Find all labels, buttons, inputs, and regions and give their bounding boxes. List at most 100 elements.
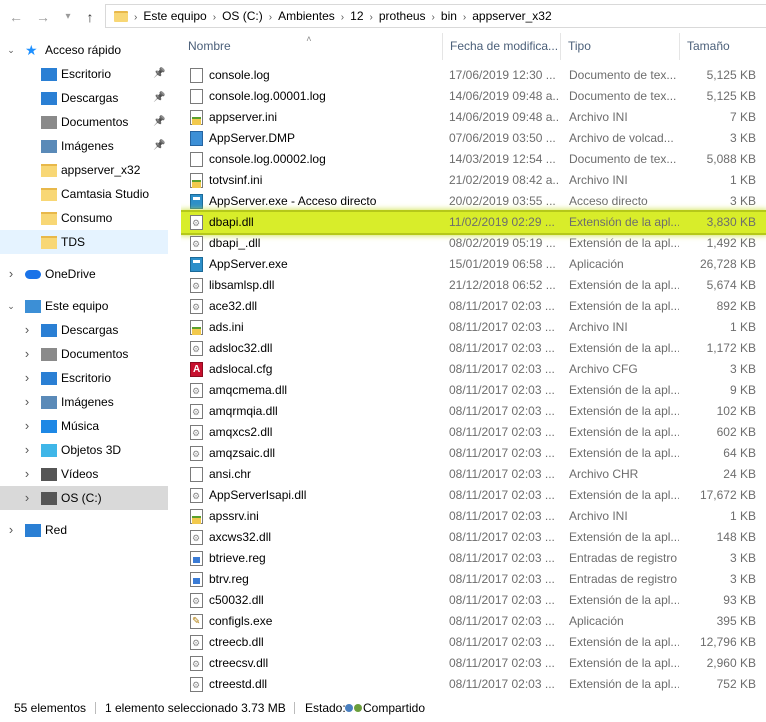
file-row[interactable]: AppServer.exe - Acceso directo 20/02/2019… [181,191,766,212]
chevron-right-icon[interactable]: › [22,342,32,366]
breadcrumb-separator-icon[interactable]: › [134,12,137,23]
chevron-down-icon[interactable]: ⌄ [6,38,16,62]
nav-item[interactable]: Escritorio 📌 [0,62,168,86]
nav-item[interactable]: › Documentos [0,342,168,366]
file-date: 08/11/2017 02:03 ... [449,299,555,313]
file-size: 24 KB [723,467,756,481]
file-row[interactable]: console.log 17/06/2019 12:30 ... Documento… [181,65,766,86]
dll-file-icon [190,381,203,402]
file-row[interactable]: ansi.chr 08/11/2017 02:03 ... Archivo CHR 2… [181,464,766,485]
nav-item[interactable]: › Vídeos [0,462,168,486]
breadcrumb-item[interactable]: protheus [379,9,426,23]
breadcrumb-separator-icon[interactable]: › [463,12,466,23]
file-row[interactable]: amqrmqia.dll 08/11/2017 02:03 ... Extensió… [181,401,766,423]
file-row[interactable]: amqxcs2.dll 08/11/2017 02:03 ... Extensión… [181,422,766,444]
file-date: 21/02/2019 08:42 a... [449,173,559,187]
file-name: AppServerIsapi.dll [209,488,307,502]
chevron-right-icon[interactable]: › [22,462,32,486]
breadcrumb-item[interactable]: 12 [350,9,363,23]
file-size: 602 KB [716,425,756,439]
file-type: Extensión de la apl... [569,656,679,670]
file-row[interactable]: ctreestd.dll 08/11/2017 02:03 ... Extensió… [181,674,766,694]
column-header-name[interactable]: ˄ Nombre [181,33,443,60]
chevron-right-icon[interactable]: › [22,414,32,438]
nav-item[interactable]: › OS (C:) [0,486,168,510]
nav-item[interactable]: ⌄ ★ Acceso rápido [0,38,168,62]
file-row[interactable]: dbapi.dll 11/02/2019 02:29 ... Extensión d… [181,210,766,235]
breadcrumb-separator-icon[interactable]: › [213,12,216,23]
file-row[interactable]: dbapi_.dll 08/02/2019 05:19 ... Extensión … [181,233,766,255]
recent-locations-chevron-icon[interactable]: ▾ [58,7,78,27]
file-row[interactable]: console.log.00001.log 14/06/2019 09:48 a.… [181,86,766,107]
nav-item[interactable]: › Música [0,414,168,438]
nav-item[interactable]: › Escritorio [0,366,168,390]
nav-item[interactable]: Descargas 📌 [0,86,168,110]
file-type: Extensión de la apl... [569,530,679,544]
file-row[interactable]: totvsinf.ini 21/02/2019 08:42 a... Archivo… [181,170,766,191]
file-name: ctreecsv.dll [209,656,269,670]
exe-file-icon [190,257,203,272]
file-row[interactable]: AppServerIsapi.dll 08/11/2017 02:03 ... Ex… [181,485,766,507]
chevron-right-icon[interactable]: › [22,390,32,414]
file-row[interactable]: console.log.00002.log 14/03/2019 12:54 ..… [181,149,766,170]
forward-arrow-icon[interactable]: → [33,7,53,27]
file-row[interactable]: AppServer.exe 15/01/2019 06:58 ... Aplicac… [181,254,766,275]
address-field[interactable]: › Este equipo › OS (C:) › Ambientes › 12 › prothe… [105,4,766,28]
breadcrumb-separator-icon[interactable]: › [370,12,373,23]
chevron-right-icon[interactable]: › [22,438,32,462]
up-arrow-icon[interactable]: ↑ [80,7,100,27]
nav-item[interactable]: Imágenes 📌 [0,134,168,158]
file-name: AppServer.exe - Acceso directo [209,194,377,208]
back-arrow-icon[interactable]: ← [6,7,26,27]
chevron-right-icon[interactable]: › [6,518,16,542]
nav-item[interactable]: appserver_x32 [0,158,168,182]
file-row[interactable]: configls.exe 08/11/2017 02:03 ... Aplicaci… [181,611,766,632]
nav-item[interactable]: Consumo [0,206,168,230]
breadcrumb-item[interactable]: appserver_x32 [472,9,551,23]
column-header-size[interactable]: Tamaño [680,33,766,60]
file-name: ctreestd.dll [209,677,268,691]
chevron-right-icon[interactable]: › [22,318,32,342]
breadcrumb-item[interactable]: Este equipo [143,9,206,23]
file-row[interactable]: btrv.reg 08/11/2017 02:03 ... Entradas de … [181,569,766,590]
file-row[interactable]: ctreecsv.dll 08/11/2017 02:03 ... Extensió… [181,653,766,675]
breadcrumb-item[interactable]: Ambientes [278,9,335,23]
file-row[interactable]: ace32.dll 08/11/2017 02:03 ... Extensión d… [181,296,766,318]
file-row[interactable]: ctreecb.dll 08/11/2017 02:03 ... Extensión… [181,632,766,654]
file-row[interactable]: apssrv.ini 08/11/2017 02:03 ... Archivo IN… [181,506,766,527]
file-row[interactable]: amqzsaic.dll 08/11/2017 02:03 ... Extensió… [181,443,766,465]
nav-item[interactable]: Documentos 📌 [0,110,168,134]
chevron-down-icon[interactable]: ⌄ [6,294,16,318]
file-row[interactable]: c50032.dll 08/11/2017 02:03 ... Extensión … [181,590,766,612]
file-row[interactable]: btrieve.reg 08/11/2017 02:03 ... Entradas … [181,548,766,569]
file-row[interactable]: AppServer.DMP 07/06/2019 03:50 ... Archivo… [181,128,766,149]
breadcrumb-separator-icon[interactable]: › [432,12,435,23]
navigation-pane: ⌄ ★ Acceso rápido Escritorio 📌 Descargas 📌 Docu… [0,33,168,694]
nav-item[interactable]: › Red [0,518,168,542]
file-row[interactable]: axcws32.dll 08/11/2017 02:03 ... Extensión… [181,527,766,549]
breadcrumb-item[interactable]: bin [441,9,457,23]
file-row[interactable]: appserver.ini 14/06/2019 09:48 a... Archiv… [181,107,766,128]
chevron-right-icon[interactable]: › [6,262,16,286]
nav-item[interactable]: ⌄ Este equipo [0,294,168,318]
breadcrumb-item[interactable]: OS (C:) [222,9,263,23]
file-row[interactable]: adsloc32.dll 08/11/2017 02:03 ... Extensió… [181,338,766,360]
column-header-type[interactable]: Tipo [561,33,680,60]
nav-item[interactable]: Camtasia Studio [0,182,168,206]
nav-item[interactable]: › Objetos 3D [0,438,168,462]
breadcrumb-separator-icon[interactable]: › [269,12,272,23]
nav-item[interactable]: TDS [0,230,168,254]
pictures-icon [41,396,57,409]
nav-item[interactable]: › OneDrive [0,262,168,286]
file-row[interactable]: adslocal.cfg 08/11/2017 02:03 ... Archivo … [181,359,766,380]
chevron-right-icon[interactable]: › [22,486,32,510]
column-header-date[interactable]: Fecha de modifica... [443,33,561,60]
nav-item[interactable]: › Descargas [0,318,168,342]
file-row[interactable]: amqcmema.dll 08/11/2017 02:03 ... Extensió… [181,380,766,402]
file-row[interactable]: libsamlsp.dll 21/12/2018 06:52 ... Extensi… [181,275,766,297]
dll-file-icon [190,486,203,507]
breadcrumb-separator-icon[interactable]: › [341,12,344,23]
chevron-right-icon[interactable]: › [22,366,32,390]
nav-item[interactable]: › Imágenes [0,390,168,414]
file-row[interactable]: ads.ini 08/11/2017 02:03 ... Archivo INI 1 … [181,317,766,338]
